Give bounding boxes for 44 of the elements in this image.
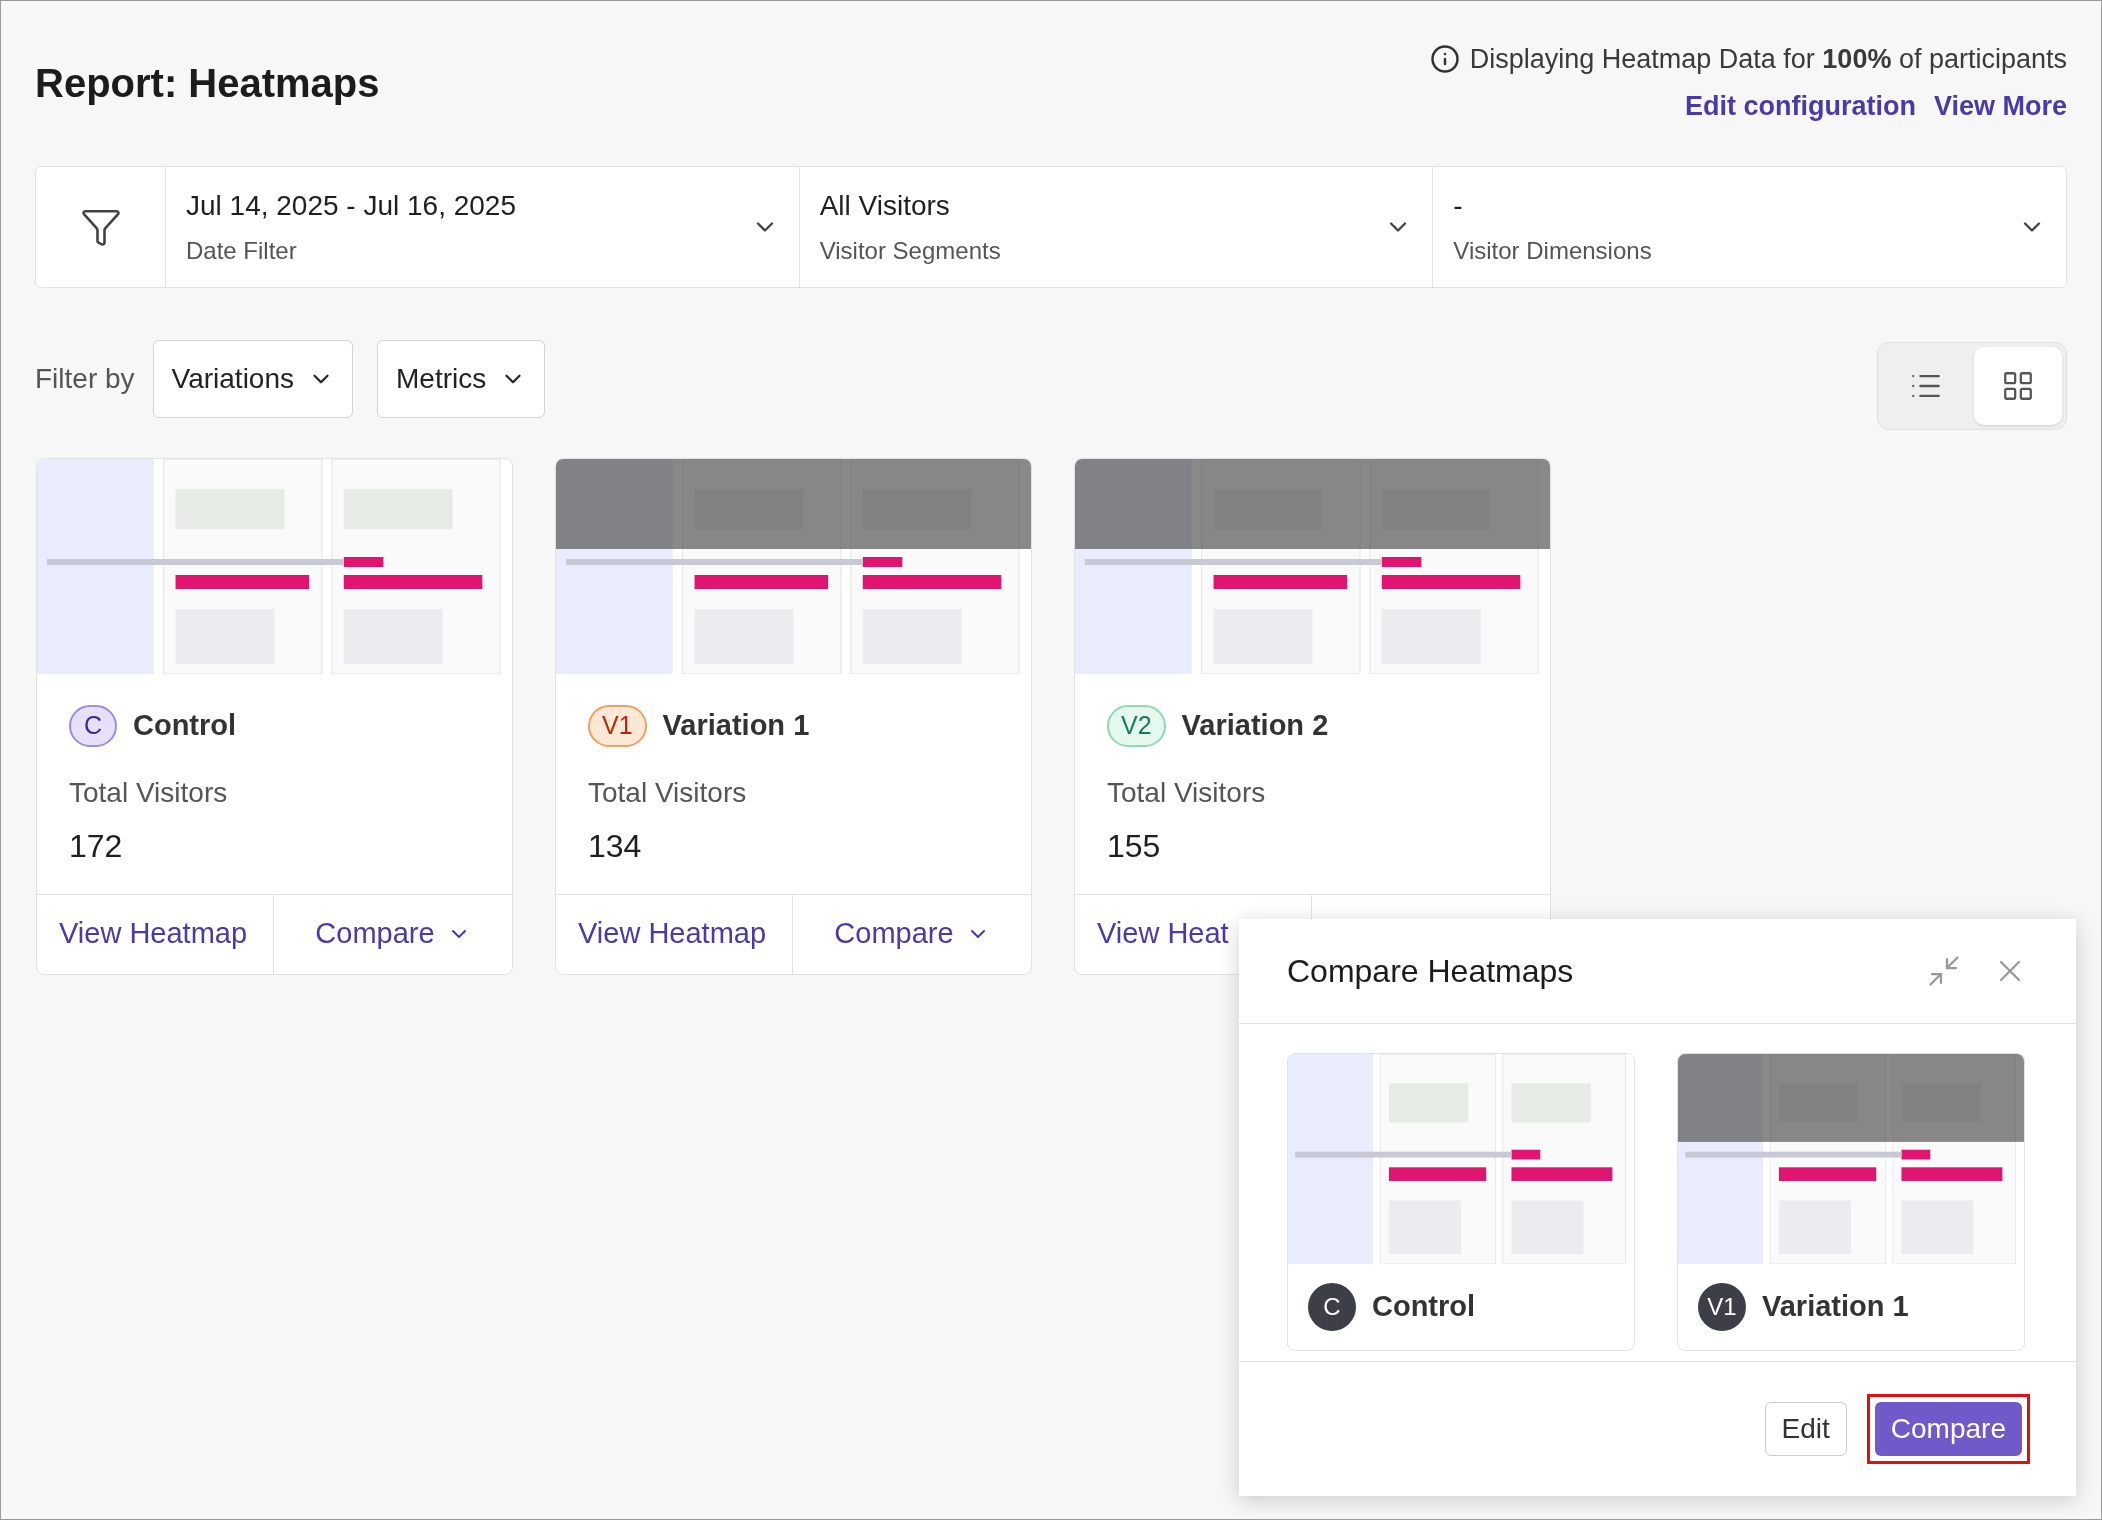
header-link[interactable]: Edit configuration <box>1684 85 1916 126</box>
variation-name: Control <box>133 708 237 743</box>
variation-name: Variation 1 <box>1762 1289 1909 1325</box>
filter-dropdown[interactable]: All Visitors Visitor Segments <box>798 167 1433 287</box>
filter-by-label: Filter by <box>35 362 135 396</box>
view-heatmap-link[interactable]: View Heat <box>1097 912 1229 956</box>
filter-dropdown-button[interactable]: Metrics <box>377 340 546 418</box>
filter-value: Jul 14, 2025 - Jul 16, 2025 <box>186 189 516 223</box>
metric-label: Total Visitors <box>1107 775 1267 810</box>
minimize-icon[interactable] <box>1926 953 1962 989</box>
metric-value: 155 <box>1107 826 1162 866</box>
variation-badge: C <box>69 704 117 747</box>
compare-button[interactable]: Compare <box>1874 1402 2022 1456</box>
variation-name: Variation 1 <box>662 708 810 743</box>
filter-dropdown-button[interactable]: Variations <box>152 340 353 418</box>
variation-name: Control <box>1372 1289 1476 1325</box>
page-title: Report: Heatmaps <box>35 60 380 107</box>
edit-button[interactable]: Edit <box>1764 1402 1847 1456</box>
filter-dropdown[interactable]: - Visitor Dimensions <box>1432 167 2066 287</box>
variation-badge: V1 <box>588 704 647 747</box>
info-icon <box>1429 44 1460 75</box>
data-notice: Displaying Heatmap Data for 100% of participants <box>1469 43 2067 76</box>
filter-value: - <box>1453 189 1464 223</box>
grid-icon <box>2001 369 2035 403</box>
variation-badge: V1 <box>1698 1283 1746 1331</box>
variation-badge: C <box>1308 1283 1356 1331</box>
grid-view-button[interactable] <box>1974 347 2062 425</box>
variation-badge: V2 <box>1107 704 1166 747</box>
filter-dropdown[interactable]: Jul 14, 2025 - Jul 16, 2025 Date Filter <box>166 167 799 287</box>
panel-title: Compare Heatmaps <box>1287 952 1574 991</box>
metric-label: Total Visitors <box>69 775 229 810</box>
view-heatmap-link[interactable]: View Heatmap <box>59 912 248 956</box>
compare-dropdown[interactable]: Compare <box>834 912 990 956</box>
metric-value: 172 <box>69 826 124 866</box>
variation-name: Variation 2 <box>1181 708 1329 743</box>
compare-dropdown[interactable]: Compare <box>315 912 471 956</box>
filter-label: Visitor Dimensions <box>1453 236 1652 266</box>
metric-value: 134 <box>588 826 643 866</box>
header-link[interactable]: View More <box>1933 85 2067 126</box>
filter-label: Visitor Segments <box>819 236 1001 266</box>
metric-label: Total Visitors <box>588 775 748 810</box>
filter-label: Date Filter <box>186 236 298 266</box>
view-heatmap-link[interactable]: View Heatmap <box>578 912 767 956</box>
filter-value: All Visitors <box>819 189 951 223</box>
